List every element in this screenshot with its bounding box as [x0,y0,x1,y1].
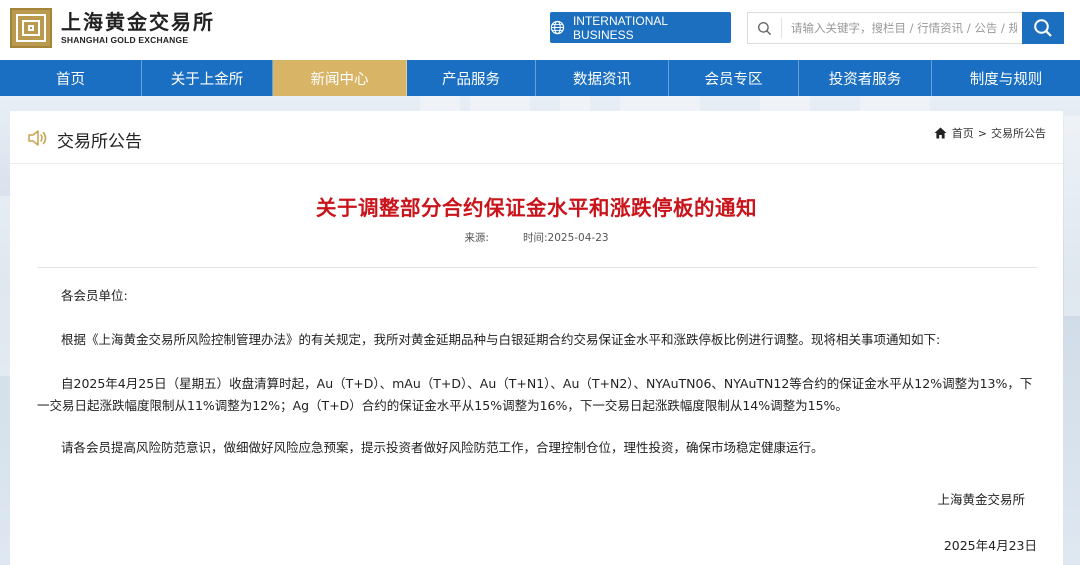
nav-item-news[interactable]: 新闻中心 [273,60,407,96]
logo-english-name: SHANGHAI GOLD EXCHANGE [61,34,189,45]
logo-chinese-name: 上海黄金交易所 [61,9,215,34]
article-paragraph-3: 请各会员提高风险防范意识，做细做好风险应急预案，提示投资者做好风险防范工作，合理… [61,440,824,455]
nav-item-about[interactable]: 关于上金所 [142,60,273,96]
logo-seal-icon [10,8,52,48]
breadcrumb-current[interactable]: 交易所公告 [991,125,1046,141]
breadcrumb: 首页 > 交易所公告 [934,125,1046,141]
article-title: 关于调整部分合约保证金水平和涨跌停板的通知 [316,196,757,220]
article-signature: 上海黄金交易所 [937,492,1025,507]
nav-item-members[interactable]: 会员专区 [669,60,799,96]
search-divider [781,18,782,38]
home-icon [934,127,947,139]
nav-item-products[interactable]: 产品服务 [407,60,536,96]
globe-icon [550,20,565,35]
site-header: 上海黄金交易所 SHANGHAI GOLD EXCHANGE INTERNATI… [0,0,1080,60]
search-icon [757,21,772,35]
content-card: 交易所公告 首页 > 交易所公告 关于调整部分合约保证金水平和涨跌停板的通知 来… [10,111,1063,565]
article-paragraph-2: 自2025年4月25日（星期五）收盘清算时起，Au（T+D）、mAu（T+D）、… [37,376,1033,413]
nav-item-rules[interactable]: 制度与规则 [932,60,1080,96]
article-salutation: 各会员单位: [61,288,128,303]
article-meta: 来源: 时间:2025-04-23 [10,230,1063,245]
article-divider [37,267,1037,268]
breadcrumb-separator: > [977,126,987,140]
article-date: 2025年4月23日 [943,538,1037,553]
nav-item-data[interactable]: 数据资讯 [536,60,669,96]
international-business-label: INTERNATIONAL BUSINESS [572,13,668,42]
article-time-label: 时间: [522,232,548,244]
search-input[interactable] [791,21,1017,35]
speaker-icon [28,130,47,146]
search-button[interactable] [1022,12,1064,44]
breadcrumb-home[interactable]: 首页 [952,125,974,141]
search-submit-icon [1034,19,1052,37]
section-title: 交易所公告 [57,132,142,152]
nav-item-investors[interactable]: 投资者服务 [799,60,932,96]
section-header: 交易所公告 首页 > 交易所公告 [10,111,1063,164]
international-business-button[interactable]: INTERNATIONAL BUSINESS [550,12,731,43]
nav-item-home[interactable]: 首页 [0,60,142,96]
article-source-label: 来源: [464,232,489,244]
article-body: 各会员单位: 根据《上海黄金交易所风险控制管理办法》的有关规定，我所对黄金延期品… [37,285,1037,479]
article-paragraph-1: 根据《上海黄金交易所风险控制管理办法》的有关规定，我所对黄金延期品种与白银延期合… [61,332,941,347]
site-logo[interactable]: 上海黄金交易所 SHANGHAI GOLD EXCHANGE [10,8,215,48]
article-time-value: 2025-04-23 [547,232,609,244]
main-nav: 首页 关于上金所 新闻中心 产品服务 数据资讯 会员专区 投资者服务 制度与规则 [0,60,1080,96]
search-box [747,12,1064,44]
